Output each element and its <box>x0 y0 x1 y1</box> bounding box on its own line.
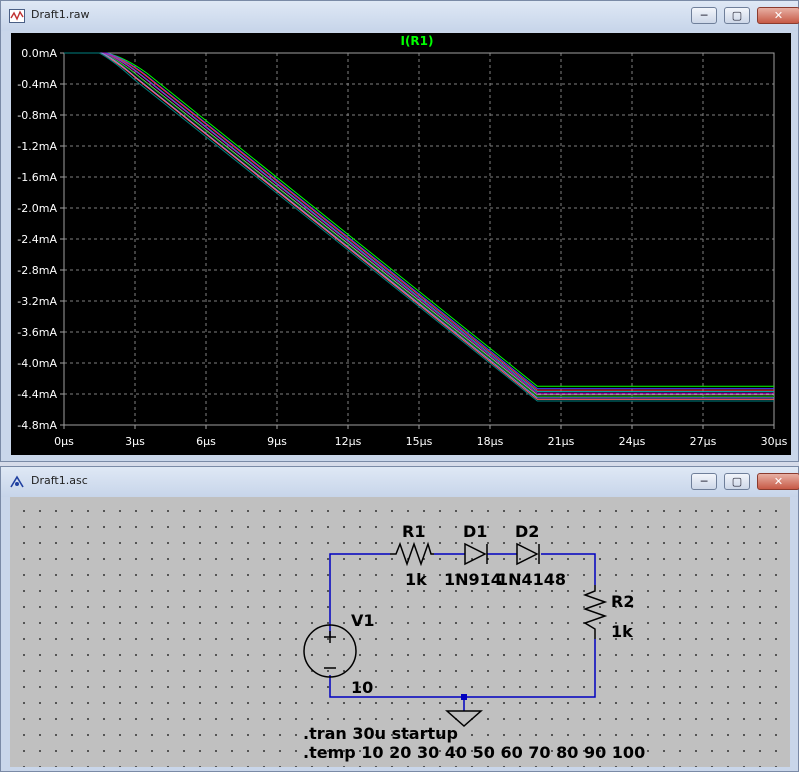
plot-area[interactable]: 0µs 3µs 6µs 9µs 12µs 15µs 18µs 21µs 24µs 27µs 30µs… <box>11 33 791 455</box>
schematic-app-icon <box>10 475 24 488</box>
y-tick-label: -2.4mA <box>17 233 57 246</box>
minimize-icon: ─ <box>700 9 708 22</box>
close-button[interactable]: ✕ <box>757 7 799 24</box>
maximize-icon: ▢ <box>731 9 743 22</box>
d2-value[interactable]: 1N4148 <box>497 570 566 589</box>
schematic-drawing[interactable]: R1 1k D1 1N914 D2 1N4148 R2 1k V1 10 .tr… <box>10 497 790 767</box>
r1-value[interactable]: 1k <box>405 570 427 589</box>
close-button[interactable]: ✕ <box>757 473 799 490</box>
x-tick-label: 15µs <box>406 435 433 448</box>
x-tick-label: 18µs <box>477 435 504 448</box>
tick-labels: 0µs 3µs 6µs 9µs 12µs 15µs 18µs 21µs 24µs 27µs 30µs… <box>17 47 787 448</box>
maximize-icon: ▢ <box>731 475 743 488</box>
minimize-icon: ─ <box>700 475 708 488</box>
d1-name[interactable]: D1 <box>463 522 487 541</box>
maximize-button[interactable]: ▢ <box>724 473 750 490</box>
y-tick-label: -0.8mA <box>17 109 57 122</box>
schematic-canvas[interactable]: R1 1k D1 1N914 D2 1N4148 R2 1k V1 10 .tr… <box>10 497 790 767</box>
schematic-window-title: Draft1.asc <box>31 474 88 487</box>
x-tick-label: 12µs <box>335 435 362 448</box>
resistor-r1[interactable] <box>390 541 434 567</box>
maximize-button[interactable]: ▢ <box>724 7 750 24</box>
y-tick-label: 0.0mA <box>21 47 57 60</box>
waveform-window: Draft1.raw ─ ▢ ✕ 0µs 3µs 6µs 9µs 12µs 15µs 18µ… <box>0 0 799 462</box>
x-tick-label: 27µs <box>690 435 717 448</box>
waveform-window-title: Draft1.raw <box>31 8 90 21</box>
v1-name[interactable]: V1 <box>351 611 375 630</box>
minimize-button[interactable]: ─ <box>691 7 717 24</box>
close-icon: ✕ <box>773 475 784 488</box>
waveform-titlebar[interactable]: Draft1.raw ─ ▢ ✕ <box>1 1 799 31</box>
waveform-app-icon <box>9 9 25 23</box>
x-tick-label: 30µs <box>761 435 788 448</box>
y-tick-label: -1.2mA <box>17 140 57 153</box>
y-tick-label: -3.2mA <box>17 295 57 308</box>
d2-name[interactable]: D2 <box>515 522 539 541</box>
r1-name[interactable]: R1 <box>402 522 425 541</box>
x-tick-label: 3µs <box>125 435 145 448</box>
schematic-titlebar[interactable]: Draft1.asc ─ ▢ ✕ <box>1 467 799 497</box>
voltage-source-v1[interactable] <box>303 624 357 678</box>
trace-title[interactable]: I(R1) <box>400 34 433 48</box>
series-line[interactable] <box>64 52 774 399</box>
x-tick-label: 6µs <box>196 435 216 448</box>
ground-junction[interactable] <box>461 694 467 700</box>
x-tick-label: 24µs <box>619 435 646 448</box>
spice-directive-temp[interactable]: .temp 10 20 30 40 50 60 70 80 90 100 <box>303 743 645 762</box>
v1-value[interactable]: 10 <box>351 678 373 697</box>
spice-directive-tran[interactable]: .tran 30u startup <box>303 724 458 743</box>
y-tick-label: -2.0mA <box>17 202 57 215</box>
r2-value[interactable]: 1k <box>611 622 633 641</box>
y-tick-label: -0.4mA <box>17 78 57 91</box>
plot-axes <box>60 52 775 429</box>
diode-d2[interactable] <box>516 542 540 566</box>
diode-d1[interactable] <box>464 542 488 566</box>
close-icon: ✕ <box>773 9 784 22</box>
y-tick-label: -2.8mA <box>17 264 57 277</box>
y-tick-label: -4.8mA <box>17 419 57 432</box>
y-tick-label: -3.6mA <box>17 326 57 339</box>
x-tick-label: 9µs <box>267 435 287 448</box>
y-tick-label: -4.0mA <box>17 357 57 370</box>
x-tick-label: 0µs <box>54 435 74 448</box>
y-tick-label: -4.4mA <box>17 388 57 401</box>
d1-value[interactable]: 1N914 <box>444 570 502 589</box>
r2-name[interactable]: R2 <box>611 592 634 611</box>
y-tick-label: -1.6mA <box>17 171 57 184</box>
minimize-button[interactable]: ─ <box>691 473 717 490</box>
resistor-r2[interactable] <box>582 585 608 639</box>
x-tick-label: 21µs <box>548 435 575 448</box>
waveform-plot[interactable]: 0µs 3µs 6µs 9µs 12µs 15µs 18µs 21µs 24µs 27µs 30µs… <box>11 33 791 455</box>
